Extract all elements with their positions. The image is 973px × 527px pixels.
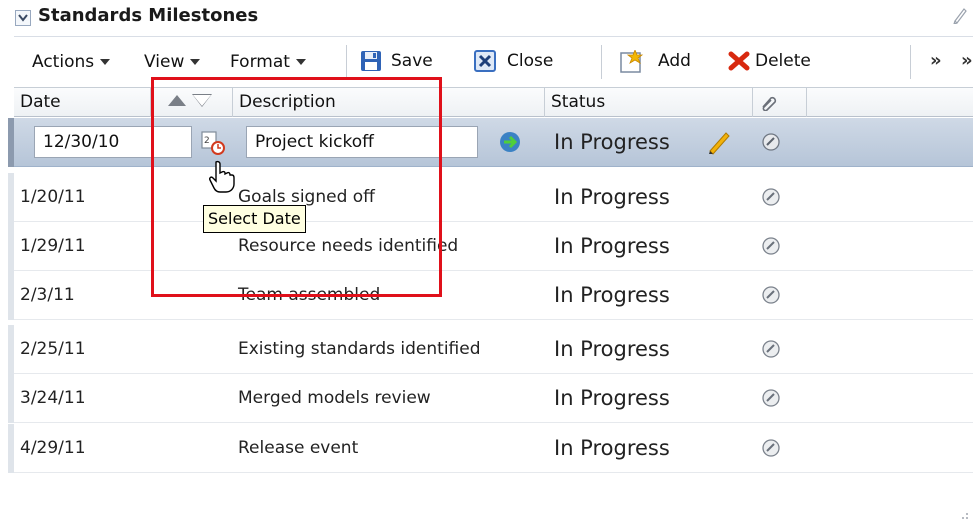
- delete-button[interactable]: Delete: [728, 48, 858, 74]
- add-label: Add: [658, 51, 691, 71]
- sort-ascending-icon[interactable]: [168, 95, 186, 106]
- table-row[interactable]: 4/29/11 Release event In Progress: [14, 424, 973, 473]
- date-cell: 3/24/11: [20, 388, 86, 408]
- column-header-description[interactable]: Description: [232, 88, 544, 117]
- status-cell: In Progress: [554, 234, 670, 258]
- status-cell: In Progress: [554, 130, 670, 154]
- panel-title: Standards Milestones: [38, 5, 259, 26]
- save-button[interactable]: Save: [360, 48, 456, 74]
- description-cell: Existing standards identified: [238, 339, 481, 359]
- close-button[interactable]: Close: [474, 48, 584, 74]
- column-header-date[interactable]: Date: [14, 88, 150, 117]
- status-cell: In Progress: [554, 283, 670, 307]
- go-arrow-icon[interactable]: [499, 131, 521, 153]
- date-cell: 4/29/11: [20, 438, 86, 458]
- attachment-icon[interactable]: [762, 389, 780, 407]
- column-header-sort[interactable]: [150, 88, 232, 117]
- delete-label: Delete: [755, 51, 811, 71]
- calendar-clock-icon[interactable]: 2: [200, 130, 226, 156]
- add-row-icon: [620, 50, 644, 73]
- description-cell: Merged models review: [238, 388, 431, 408]
- format-menu[interactable]: Format: [230, 50, 306, 74]
- caret-down-icon: [100, 59, 111, 65]
- table-row[interactable]: 1/29/11 Resource needs identified In Pro…: [14, 222, 973, 271]
- caret-down-icon: [295, 59, 306, 65]
- table-row[interactable]: 1/20/11 Goals signed off In Progress: [14, 173, 973, 222]
- view-menu-label: View: [144, 52, 185, 72]
- attachment-icon[interactable]: [762, 133, 780, 151]
- format-menu-label: Format: [230, 52, 290, 72]
- chevron-down-icon: [18, 14, 28, 22]
- overflow-button-secondary[interactable]: »: [961, 50, 973, 71]
- attachment-icon[interactable]: [762, 340, 780, 358]
- status-cell: In Progress: [554, 337, 670, 361]
- svg-text:2: 2: [204, 136, 210, 146]
- close-label: Close: [507, 51, 554, 71]
- close-icon: [474, 50, 496, 72]
- table-row[interactable]: 3/24/11 Merged models review In Progress: [14, 374, 973, 423]
- save-label: Save: [391, 51, 433, 71]
- description-cell: Team assembled: [238, 285, 381, 305]
- status-cell: In Progress: [554, 185, 670, 209]
- actions-menu[interactable]: Actions: [32, 50, 111, 74]
- date-cell: 2/25/11: [20, 339, 86, 359]
- caret-down-icon: [190, 59, 201, 65]
- column-header-status[interactable]: Status: [544, 88, 752, 117]
- date-cell: 1/20/11: [20, 187, 86, 207]
- sort-descending-icon-fill: [193, 95, 211, 106]
- toolbar-divider: [346, 45, 347, 79]
- attachment-icon[interactable]: [762, 286, 780, 304]
- attachment-icon[interactable]: [762, 188, 780, 206]
- floppy-disk-icon: [361, 51, 381, 71]
- overflow-button[interactable]: »: [930, 50, 942, 71]
- panel-header: Standards Milestones: [0, 0, 973, 36]
- status-cell: In Progress: [554, 386, 670, 410]
- toolbar: Actions View Format Save Close Add Delet…: [14, 36, 973, 87]
- actions-menu-label: Actions: [32, 52, 95, 72]
- attachment-icon[interactable]: [762, 237, 780, 255]
- table-row[interactable]: 2/3/11 Team assembled In Progress: [14, 271, 973, 320]
- column-header-empty: [806, 88, 973, 117]
- column-header-attachments[interactable]: [752, 88, 806, 117]
- date-cell: 2/3/11: [20, 285, 75, 305]
- toolbar-divider: [601, 45, 602, 79]
- app-window: Standards Milestones Actions View Format…: [0, 0, 973, 527]
- status-cell: In Progress: [554, 436, 670, 460]
- tooltip: Select Date: [203, 205, 306, 233]
- date-cell: 1/29/11: [20, 236, 86, 256]
- paperclip-icon: [762, 96, 777, 112]
- toolbar-divider: [910, 45, 911, 79]
- table-header: Date Description Status: [14, 87, 973, 117]
- view-menu[interactable]: View: [144, 50, 201, 74]
- hand-cursor-icon: [209, 160, 235, 193]
- description-input[interactable]: [246, 126, 478, 158]
- description-cell: Release event: [238, 438, 359, 458]
- delete-x-icon: [728, 51, 750, 71]
- table-row[interactable]: 2/25/11 Existing standards identified In…: [14, 325, 973, 374]
- attachment-icon[interactable]: [762, 439, 780, 457]
- pencil-icon[interactable]: [706, 129, 732, 155]
- collapse-button[interactable]: [15, 10, 31, 26]
- date-input[interactable]: [34, 126, 192, 158]
- table-row-selected[interactable]: 2 In Progress: [14, 118, 973, 167]
- add-button[interactable]: Add: [620, 48, 720, 74]
- pencil-icon[interactable]: [952, 6, 968, 24]
- resize-grip-icon[interactable]: [958, 511, 970, 523]
